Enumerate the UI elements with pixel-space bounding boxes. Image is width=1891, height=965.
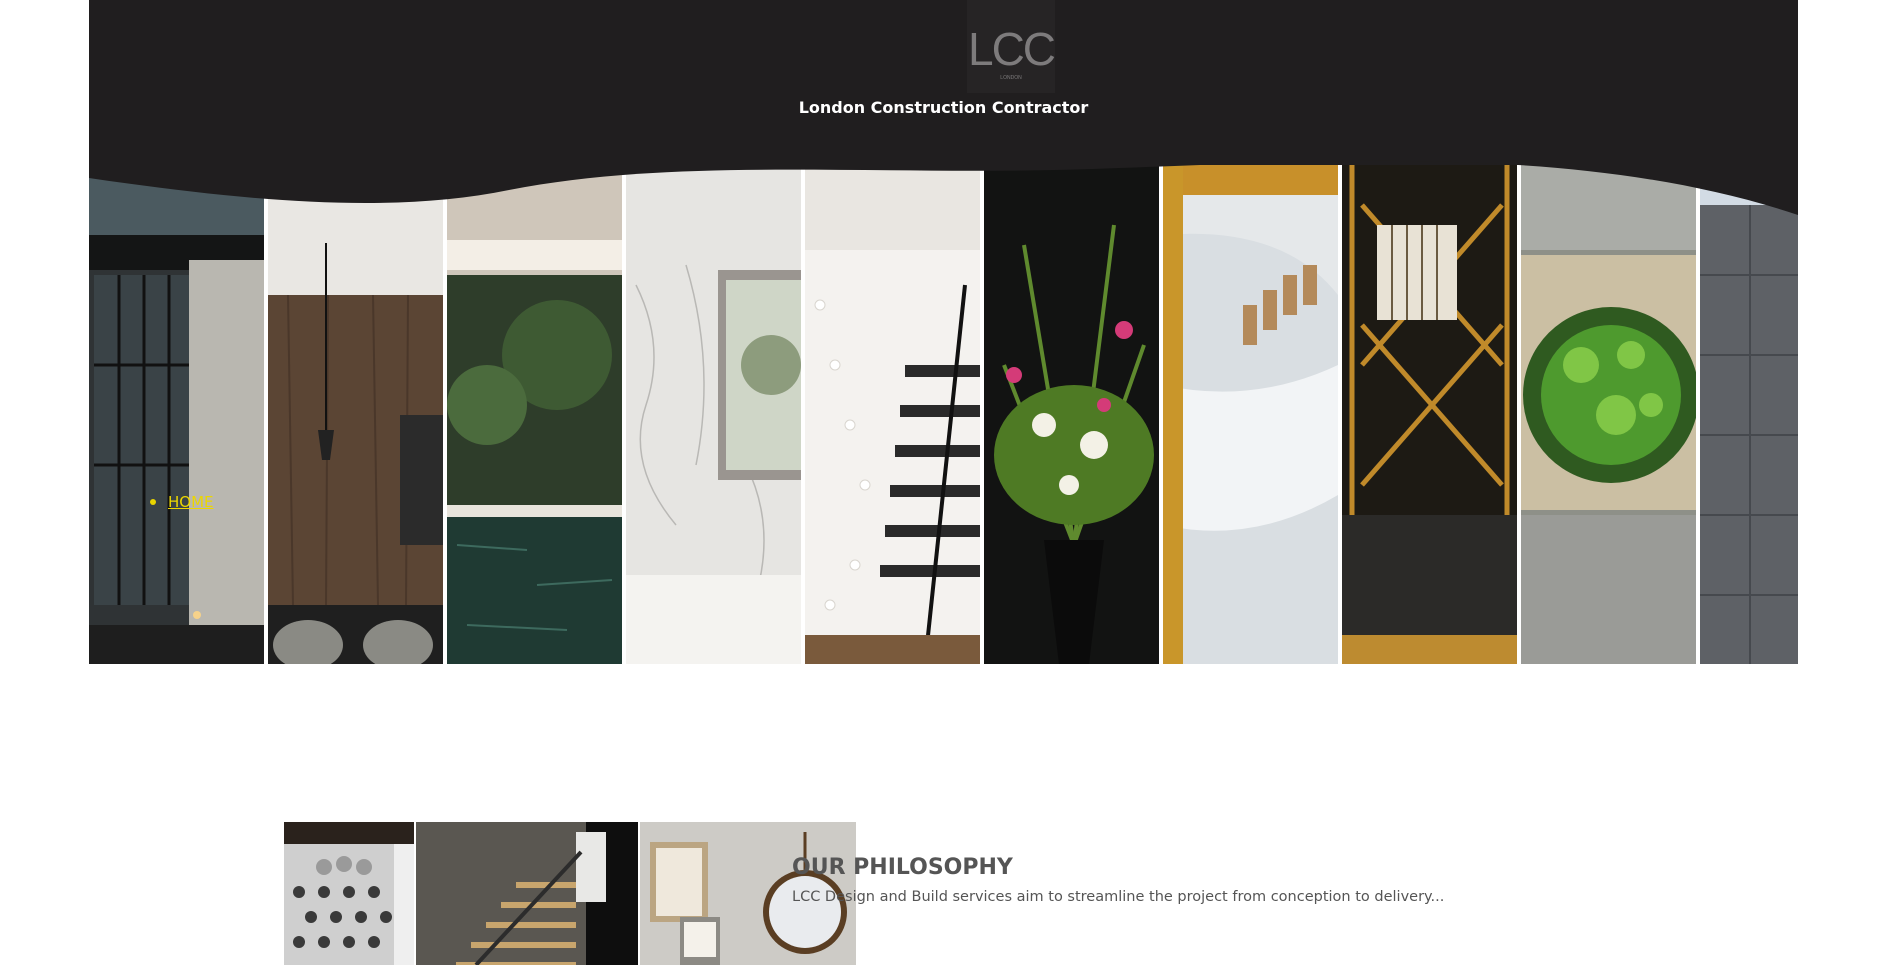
gallery-panel-moss-wall[interactable] [1521, 165, 1696, 664]
hero-gallery [89, 165, 1798, 664]
logo-text: LCC [967, 23, 1056, 75]
gallery-panel-glass-staircase[interactable] [805, 165, 980, 664]
gallery-panel-grey-facade[interactable] [1700, 165, 1798, 664]
gallery-panel-house-exterior[interactable] [89, 165, 264, 664]
philosophy-heading: OUR PHILOSOPHY [792, 855, 1013, 880]
gallery-panel-marble-bathroom[interactable] [626, 165, 801, 664]
gallery-panel-curved-sign[interactable] [1163, 165, 1338, 664]
nav-link-home[interactable]: HOME [168, 493, 214, 511]
site-tagline: London Construction Contractor [798, 98, 1089, 117]
gallery-panel-pool-garden[interactable] [447, 165, 622, 664]
header-wave-divider [89, 160, 1798, 215]
bullet-icon [150, 499, 156, 505]
logo-subtext: LONDON [1000, 75, 1022, 81]
nav-item-home: HOME [150, 493, 214, 511]
philosophy-image-staircase [416, 822, 638, 965]
main-navigation: HOME [150, 493, 214, 511]
gallery-panel-gold-lattice[interactable] [1342, 165, 1517, 664]
philosophy-text: LCC Design and Build services aim to str… [792, 889, 1445, 905]
site-logo[interactable]: LCC LONDON [967, 0, 1056, 93]
gallery-panel-kitchen-pendant[interactable] [268, 165, 443, 664]
philosophy-image-tiled-wall [284, 822, 414, 965]
gallery-panel-flower-vase[interactable] [984, 165, 1159, 664]
